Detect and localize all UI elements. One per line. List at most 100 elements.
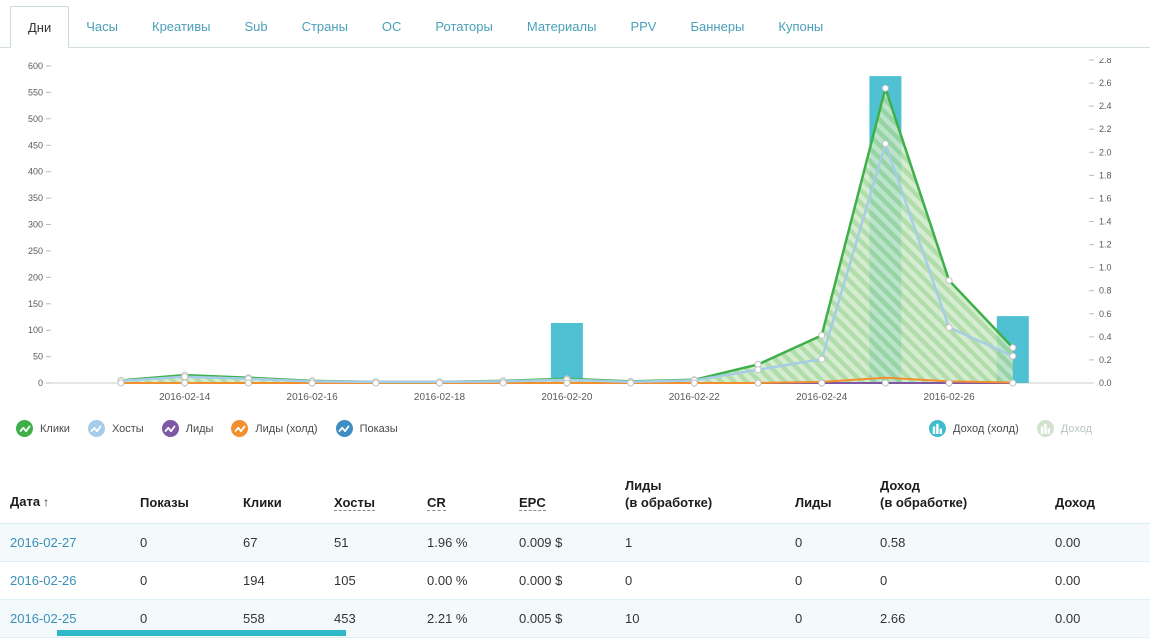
- svg-text:0.0: 0.0: [1099, 378, 1112, 388]
- svg-text:50: 50: [33, 352, 43, 362]
- tab-materials[interactable]: Материалы: [510, 6, 614, 47]
- table-body: 2016-02-27067511.96 %0.009 $100.580.0020…: [0, 524, 1150, 638]
- svg-text:1.6: 1.6: [1099, 193, 1112, 203]
- legend-label: Клики: [40, 423, 70, 435]
- legend-label: Лиды: [186, 423, 214, 435]
- tab-hours[interactable]: Часы: [69, 6, 135, 47]
- sort-asc-icon: ↑: [43, 495, 49, 509]
- svg-text:0.8: 0.8: [1099, 286, 1112, 296]
- svg-text:2016-02-16: 2016-02-16: [287, 392, 339, 403]
- column-header-leads[interactable]: Лиды: [795, 494, 880, 511]
- legend-item-revenue[interactable]: Доход: [1037, 420, 1092, 437]
- tab-bar: ДниЧасыКреативыSubСтраныОСРотаторыМатери…: [0, 0, 1150, 48]
- column-header-clicks[interactable]: Клики: [243, 494, 334, 511]
- left-axis: 050100150200250300350400450500550600: [28, 61, 51, 388]
- tab-coupons[interactable]: Купоны: [761, 6, 840, 47]
- column-header-revenue-processing[interactable]: Доход(в обработке): [880, 477, 1055, 511]
- line-series-icon: [88, 420, 105, 437]
- svg-text:200: 200: [28, 272, 43, 282]
- cell-epc: 0.005 $: [519, 611, 625, 626]
- svg-text:1.8: 1.8: [1099, 170, 1112, 180]
- tab-days[interactable]: Дни: [10, 6, 69, 47]
- legend-label: Доход (холд): [953, 423, 1019, 435]
- tab-creatives[interactable]: Креативы: [135, 6, 227, 47]
- cell-cr: 1.96 %: [427, 535, 519, 550]
- svg-text:400: 400: [28, 167, 43, 177]
- cell-revenue-processing: 2.66: [880, 611, 1055, 626]
- cell-revenue: 0.00: [1055, 535, 1150, 550]
- bar-series-icon: [1037, 420, 1054, 437]
- column-header-hosts[interactable]: Хосты: [334, 494, 427, 511]
- legend-item-revenue-hold[interactable]: Доход (холд): [929, 420, 1019, 437]
- legend-item-leads-hold[interactable]: Лиды (холд): [231, 420, 317, 437]
- table-row: 2016-02-2601941050.00 %0.000 $0000.00: [0, 562, 1150, 600]
- column-header-revenue[interactable]: Доход: [1055, 494, 1150, 511]
- svg-text:2016-02-22: 2016-02-22: [669, 392, 721, 403]
- legend-item-leads[interactable]: Лиды: [162, 420, 214, 437]
- legend-item-impressions[interactable]: Показы: [336, 420, 398, 437]
- cell-clicks: 558: [243, 611, 334, 626]
- legend-right: Доход (холд) Доход: [929, 420, 1092, 437]
- table-row: 2016-02-27067511.96 %0.009 $100.580.00: [0, 524, 1150, 562]
- tab-ppv[interactable]: PPV: [613, 6, 673, 47]
- svg-text:1.2: 1.2: [1099, 240, 1112, 250]
- svg-text:550: 550: [28, 87, 43, 97]
- line-series-icon: [231, 420, 248, 437]
- tab-countries[interactable]: Страны: [285, 6, 365, 47]
- column-header-epc[interactable]: EPC: [519, 494, 625, 511]
- svg-text:250: 250: [28, 246, 43, 256]
- svg-text:1.4: 1.4: [1099, 217, 1112, 227]
- svg-text:2016-02-14: 2016-02-14: [159, 392, 211, 403]
- svg-text:2016-02-18: 2016-02-18: [414, 392, 466, 403]
- date-link[interactable]: 2016-02-25: [10, 611, 77, 626]
- tab-sub[interactable]: Sub: [227, 6, 284, 47]
- cell-leads-processing: 1: [625, 535, 795, 550]
- chart-legend: Клики Хосты Лиды Лиды (холд) Показы Доход (х…: [0, 420, 1150, 437]
- cell-epc: 0.009 $: [519, 535, 625, 550]
- svg-text:0: 0: [38, 378, 43, 388]
- cell-epc: 0.000 $: [519, 573, 625, 588]
- legend-item-hosts[interactable]: Хосты: [88, 420, 144, 437]
- svg-text:150: 150: [28, 299, 43, 309]
- svg-text:500: 500: [28, 114, 43, 124]
- svg-text:2016-02-24: 2016-02-24: [796, 392, 848, 403]
- right-axis: 0.00.20.40.60.81.01.21.41.61.82.02.22.42…: [1089, 58, 1112, 388]
- table-header-row: Дата↑ПоказыКликиХостыCREPCЛиды(в обработ…: [0, 477, 1150, 524]
- cell-hosts: 51: [334, 535, 427, 550]
- tab-rotators[interactable]: Ротаторы: [418, 6, 509, 47]
- partial-row-bar: [57, 630, 346, 636]
- tab-banners[interactable]: Баннеры: [673, 6, 761, 47]
- date-link[interactable]: 2016-02-27: [10, 535, 77, 550]
- tab-os[interactable]: ОС: [365, 6, 419, 47]
- cell-impressions: 0: [140, 573, 243, 588]
- column-header-date[interactable]: Дата↑: [10, 493, 140, 511]
- cell-revenue-processing: 0.58: [880, 535, 1055, 550]
- line-series-icon: [162, 420, 179, 437]
- svg-text:0.4: 0.4: [1099, 332, 1112, 342]
- svg-text:2.2: 2.2: [1099, 124, 1112, 134]
- legend-left: Клики Хосты Лиды Лиды (холд) Показы: [16, 420, 398, 437]
- cell-leads: 0: [795, 535, 880, 550]
- svg-text:600: 600: [28, 61, 43, 71]
- svg-text:0.6: 0.6: [1099, 309, 1112, 319]
- svg-text:2.6: 2.6: [1099, 78, 1112, 88]
- column-header-impressions[interactable]: Показы: [140, 494, 243, 511]
- svg-text:2016-02-20: 2016-02-20: [541, 392, 593, 403]
- stats-chart: 0501001502002503003504004505005506000.00…: [0, 58, 1150, 406]
- svg-text:300: 300: [28, 220, 43, 230]
- svg-text:350: 350: [28, 193, 43, 203]
- legend-item-clicks[interactable]: Клики: [16, 420, 70, 437]
- cell-clicks: 194: [243, 573, 334, 588]
- svg-text:2016-02-26: 2016-02-26: [924, 392, 976, 403]
- cell-revenue: 0.00: [1055, 573, 1150, 588]
- line-series-icon: [16, 420, 33, 437]
- cell-cr: 2.21 %: [427, 611, 519, 626]
- column-header-cr[interactable]: CR: [427, 494, 519, 511]
- cell-leads-processing: 10: [625, 611, 795, 626]
- cell-revenue: 0.00: [1055, 611, 1150, 626]
- column-header-leads-processing[interactable]: Лиды(в обработке): [625, 477, 795, 511]
- cell-clicks: 67: [243, 535, 334, 550]
- line-series-icon: [336, 420, 353, 437]
- svg-text:2.8: 2.8: [1099, 58, 1112, 65]
- date-link[interactable]: 2016-02-26: [10, 573, 77, 588]
